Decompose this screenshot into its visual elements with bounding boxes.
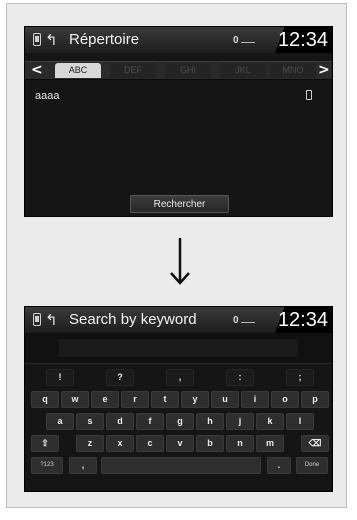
key-c[interactable]: c (136, 435, 164, 452)
list-item[interactable]: aaaa (25, 88, 332, 104)
tab-abc[interactable]: ABC (55, 63, 101, 78)
key-e[interactable]: e (91, 391, 119, 408)
space-key[interactable] (101, 457, 261, 474)
key-m[interactable]: m (256, 435, 284, 452)
key-u[interactable]: u (211, 391, 239, 408)
key-l[interactable]: l (286, 413, 314, 430)
clock: 12:34 (277, 309, 328, 331)
key-h[interactable]: h (196, 413, 224, 430)
keyword-search-screen: ↰ Search by keyword 0 12:34 ! ? , : ; q … (24, 306, 333, 492)
key-y[interactable]: y (181, 391, 209, 408)
key-q[interactable]: q (31, 391, 59, 408)
phonebook-screen: ↰ Répertoire 0 12:34 < ABC DEF GHI JKL M… (24, 26, 333, 217)
tab-jkl[interactable]: JKL (220, 63, 266, 78)
key-r[interactable]: r (121, 391, 149, 408)
key-s[interactable]: s (76, 413, 104, 430)
tab-mno[interactable]: MNO (270, 63, 316, 78)
key-p[interactable]: p (301, 391, 329, 408)
key-t[interactable]: t (151, 391, 179, 408)
signal-indicator: 0 (233, 314, 255, 327)
status-bar: ↰ Search by keyword 0 12:34 (25, 307, 332, 333)
signal-bars-icon (240, 34, 255, 43)
chevron-right-icon[interactable]: > (318, 61, 330, 79)
key-b[interactable]: b (196, 435, 224, 452)
search-button[interactable]: Rechercher (130, 195, 229, 213)
key-exclamation[interactable]: ! (46, 369, 74, 386)
key-comma-top[interactable]: , (166, 369, 194, 386)
tab-ghi[interactable]: GHI (165, 63, 211, 78)
down-arrow-icon (170, 238, 190, 285)
key-n[interactable]: n (226, 435, 254, 452)
key-o[interactable]: o (271, 391, 299, 408)
key-semicolon[interactable]: ; (286, 369, 314, 386)
key-g[interactable]: g (166, 413, 194, 430)
done-key[interactable]: Done (296, 457, 328, 474)
screen-title: Répertoire (69, 31, 140, 48)
key-w[interactable]: w (61, 391, 89, 408)
shift-key[interactable]: ⇧ (31, 435, 59, 452)
alphabet-tab-bar: < ABC DEF GHI JKL MNO > (25, 61, 332, 80)
signal-value: 0 (233, 315, 239, 326)
status-bar: ↰ Répertoire 0 12:34 (25, 27, 332, 53)
signal-indicator: 0 (233, 34, 255, 47)
key-x[interactable]: x (106, 435, 134, 452)
keyword-input-area (25, 333, 332, 364)
key-f[interactable]: f (136, 413, 164, 430)
key-question[interactable]: ? (106, 369, 134, 386)
key-k[interactable]: k (256, 413, 284, 430)
keyword-input[interactable] (59, 339, 298, 357)
back-icon[interactable]: ↰ (45, 30, 58, 50)
phone-icon (33, 33, 41, 46)
backspace-key[interactable]: ⌫ (301, 435, 329, 452)
back-icon[interactable]: ↰ (45, 310, 58, 330)
key-d[interactable]: d (106, 413, 134, 430)
key-colon[interactable]: : (226, 369, 254, 386)
key-comma[interactable]: , (69, 457, 97, 474)
key-i[interactable]: i (241, 391, 269, 408)
clock: 12:34 (277, 29, 328, 51)
symbols-key[interactable]: ?123 (31, 457, 63, 474)
tab-def[interactable]: DEF (110, 63, 156, 78)
key-j[interactable]: j (226, 413, 254, 430)
key-v[interactable]: v (166, 435, 194, 452)
key-z[interactable]: z (76, 435, 104, 452)
chevron-left-icon[interactable]: < (31, 61, 43, 79)
key-period[interactable]: . (267, 457, 291, 474)
signal-bars-icon (240, 314, 255, 323)
mobile-phone-icon (306, 90, 312, 100)
on-screen-keyboard: ! ? , : ; q w e r t y u i o p a s d f g … (25, 369, 332, 491)
phone-icon (33, 313, 41, 326)
key-a[interactable]: a (46, 413, 74, 430)
screen-title: Search by keyword (69, 311, 197, 328)
signal-value: 0 (233, 35, 239, 46)
contact-name: aaaa (35, 90, 60, 102)
